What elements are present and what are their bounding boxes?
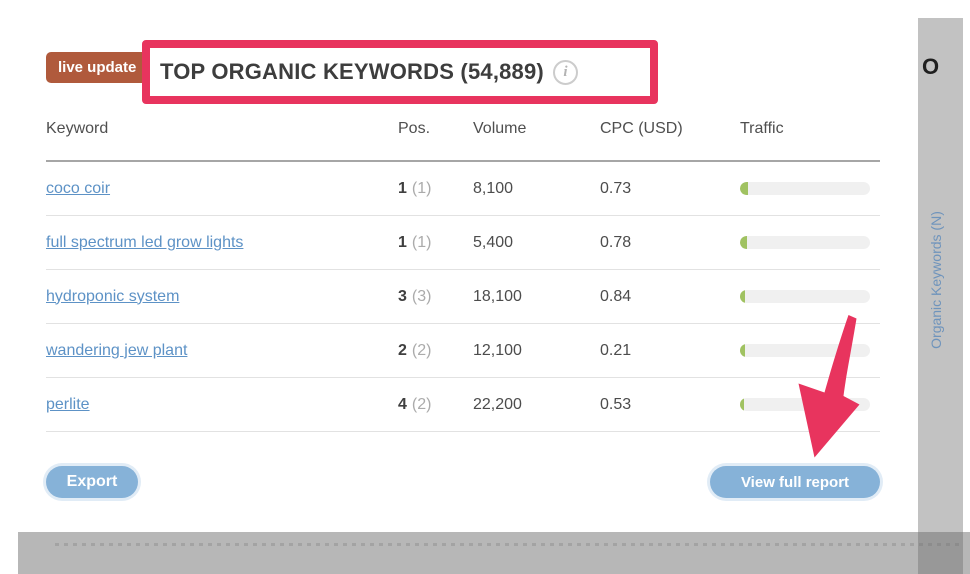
keyword-link[interactable]: perlite	[46, 396, 90, 413]
keyword-row: coco coir 1 (1) 8,1000.73	[46, 161, 880, 216]
organic-keywords-widget-screenshot: live update TOP ORGANIC KEYWORDS (54,889…	[0, 0, 970, 574]
previous-position-value: (1)	[412, 234, 432, 251]
cpc-value: 0.84	[600, 270, 740, 324]
traffic-bar	[740, 398, 870, 411]
cpc-value: 0.21	[600, 324, 740, 378]
partial-heading-letter: O	[922, 54, 939, 80]
keyword-link[interactable]: hydroponic system	[46, 288, 179, 305]
dotted-divider	[55, 543, 960, 546]
keywords-table: KeywordPos.VolumeCPC (USD)Traffic coco c…	[46, 112, 880, 432]
export-button[interactable]: Export	[46, 466, 138, 498]
column-header-keyword: Keyword	[46, 112, 398, 161]
volume-value: 12,100	[473, 324, 600, 378]
keyword-link[interactable]: coco coir	[46, 180, 110, 197]
position-value: 3	[398, 288, 407, 305]
organic-keywords-axis-label: Organic Keywords (N)	[928, 211, 944, 349]
title-highlight-annotation-box: TOP ORGANIC KEYWORDS (54,889) i	[142, 40, 658, 104]
column-header-cpc-usd: CPC (USD)	[600, 112, 740, 161]
previous-position-value: (3)	[412, 288, 432, 305]
traffic-bar	[740, 236, 870, 249]
traffic-bar-fill	[740, 344, 745, 357]
volume-value: 18,100	[473, 270, 600, 324]
keyword-link[interactable]: wandering jew plant	[46, 342, 187, 359]
traffic-bar	[740, 344, 870, 357]
bottom-page-strip	[18, 532, 970, 574]
position-value: 1	[398, 234, 407, 251]
keyword-row: wandering jew plant 2 (2) 12,1000.21	[46, 324, 880, 378]
volume-value: 5,400	[473, 216, 600, 270]
keyword-link[interactable]: full spectrum led grow lights	[46, 234, 243, 251]
cpc-value: 0.53	[600, 378, 740, 432]
keyword-row: perlite 4 (2) 22,2000.53	[46, 378, 880, 432]
traffic-bar-fill	[740, 182, 748, 195]
column-header-volume: Volume	[473, 112, 600, 161]
cpc-value: 0.73	[600, 161, 740, 216]
panel-title: TOP ORGANIC KEYWORDS (54,889)	[160, 59, 544, 85]
view-full-report-button[interactable]: View full report	[710, 466, 880, 498]
live-update-badge: live update	[46, 52, 148, 83]
traffic-bar-fill	[740, 398, 744, 411]
previous-position-value: (2)	[412, 342, 432, 359]
traffic-bar-fill	[740, 236, 747, 249]
table-header-row: KeywordPos.VolumeCPC (USD)Traffic	[46, 112, 880, 161]
position-value: 4	[398, 396, 407, 413]
volume-value: 22,200	[473, 378, 600, 432]
keyword-row: full spectrum led grow lights 1 (1) 5,4000.…	[46, 216, 880, 270]
cpc-value: 0.78	[600, 216, 740, 270]
column-header-traffic: Traffic	[740, 112, 880, 161]
info-icon[interactable]: i	[553, 60, 578, 85]
volume-value: 8,100	[473, 161, 600, 216]
keyword-row: hydroponic system 3 (3) 18,1000.84	[46, 270, 880, 324]
traffic-bar	[740, 182, 870, 195]
keywords-table-body: coco coir1(1)8,1000.73full spectrum led …	[46, 161, 880, 432]
traffic-bar-fill	[740, 290, 745, 303]
column-header-pos: Pos.	[398, 112, 473, 161]
traffic-bar	[740, 290, 870, 303]
previous-position-value: (1)	[412, 180, 432, 197]
position-value: 1	[398, 180, 407, 197]
previous-position-value: (2)	[412, 396, 432, 413]
position-value: 2	[398, 342, 407, 359]
